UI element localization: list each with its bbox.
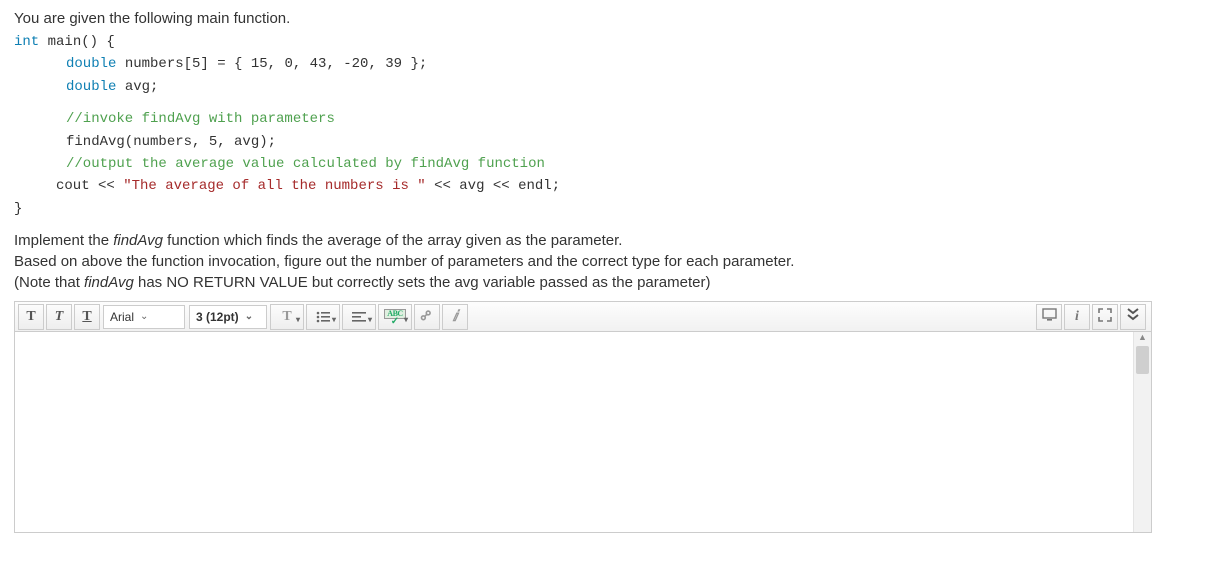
chevron-down-icon: ⌄	[140, 311, 148, 322]
editor-body-row: ▲	[15, 332, 1151, 532]
spellcheck-icon: ABC✓	[384, 309, 405, 325]
code-text: numbers[5] = { 15, 0, 43, -20, 39 };	[116, 56, 427, 72]
question-intro: You are given the following main functio…	[14, 10, 1193, 27]
code-blank	[14, 98, 1193, 108]
instr-text: (Note that	[14, 274, 84, 291]
editor-toolbar: T T T Arial⌄ 3 (12pt)⌄ T▾ ▾ ▾ ABC✓ ▾ ⚯ ⅈ	[15, 302, 1151, 332]
rich-text-editor: T T T Arial⌄ 3 (12pt)⌄ T▾ ▾ ▾ ABC✓ ▾ ⚯ ⅈ	[14, 301, 1152, 533]
bold-icon: T	[26, 309, 35, 325]
code-line: cout << "The average of all the numbers …	[14, 175, 1193, 197]
underline-button[interactable]: T	[74, 304, 100, 330]
chevron-down-icon: ⌄	[245, 311, 253, 322]
caret-icon: ▾	[368, 315, 372, 324]
font-color-button[interactable]: T▾	[270, 304, 304, 330]
font-family-label: Arial	[110, 310, 134, 324]
align-button[interactable]: ▾	[342, 304, 376, 330]
instr-text: Implement the	[14, 232, 113, 249]
spellcheck-button[interactable]: ABC✓ ▾	[378, 304, 412, 330]
script-button[interactable]: ⅈ	[442, 304, 468, 330]
caret-icon: ▾	[332, 315, 336, 324]
monitor-icon	[1042, 308, 1057, 326]
instruction-1: Implement the findAvg function which fin…	[14, 230, 1193, 251]
scroll-thumb[interactable]	[1136, 346, 1149, 374]
instr-italic: findAvg	[84, 274, 134, 291]
code-block: int main() { double numbers[5] = { 15, 0…	[14, 31, 1193, 220]
code-text: << avg << endl;	[426, 178, 560, 194]
link-button[interactable]: ⚯	[414, 304, 440, 330]
instr-text: has NO RETURN VALUE but correctly sets t…	[134, 274, 711, 291]
code-line: }	[14, 198, 1193, 220]
font-size-select[interactable]: 3 (12pt) ⌄	[189, 305, 267, 329]
code-comment: //output the average value calculated by…	[14, 153, 1193, 175]
italic-button[interactable]: T	[46, 304, 72, 330]
code-keyword: double	[66, 79, 116, 95]
instruction-3: (Note that findAvg has NO RETURN VALUE b…	[14, 272, 1193, 293]
font-color-icon: T	[282, 309, 291, 325]
scrollbar[interactable]: ▲	[1133, 332, 1151, 532]
code-line: int main() {	[14, 31, 1193, 53]
instr-italic: findAvg	[113, 232, 163, 249]
fullscreen-button[interactable]	[1092, 304, 1118, 330]
font-size-label: 3 (12pt)	[196, 310, 239, 324]
link-icon: ⚯	[417, 306, 437, 326]
code-string: "The average of all the numbers is "	[123, 178, 425, 194]
code-text: cout <<	[56, 178, 123, 194]
info-button[interactable]: i	[1064, 304, 1090, 330]
code-comment: //invoke findAvg with parameters	[14, 108, 1193, 130]
code-text: avg;	[116, 79, 158, 95]
code-keyword: int	[14, 34, 39, 50]
expand-icon	[1098, 308, 1112, 326]
caret-icon: ▾	[296, 315, 300, 324]
editor-textarea[interactable]	[15, 332, 1133, 532]
bullet-list-button[interactable]: ▾	[306, 304, 340, 330]
bullet-list-icon	[316, 311, 330, 323]
chevron-double-down-icon	[1127, 307, 1139, 326]
script-icon: ⅈ	[452, 307, 457, 326]
align-left-icon	[352, 311, 366, 323]
more-button[interactable]	[1120, 304, 1146, 330]
code-line: double avg;	[14, 76, 1193, 98]
code-keyword: double	[66, 56, 116, 72]
code-text: main() {	[39, 34, 115, 50]
info-icon: i	[1075, 309, 1079, 325]
italic-icon: T	[55, 309, 64, 325]
scroll-up-icon: ▲	[1134, 332, 1151, 346]
bold-button[interactable]: T	[18, 304, 44, 330]
code-line: findAvg(numbers, 5, avg);	[14, 131, 1193, 153]
instruction-2: Based on above the function invocation, …	[14, 251, 1193, 272]
toolbar-right: i	[1035, 304, 1147, 330]
preview-button[interactable]	[1036, 304, 1062, 330]
underline-icon: T	[82, 309, 91, 325]
caret-icon: ▾	[404, 315, 408, 324]
instr-text: function which finds the average of the …	[163, 232, 622, 249]
font-family-select[interactable]: Arial ⌄	[103, 305, 185, 329]
code-line: double numbers[5] = { 15, 0, 43, -20, 39…	[14, 53, 1193, 75]
